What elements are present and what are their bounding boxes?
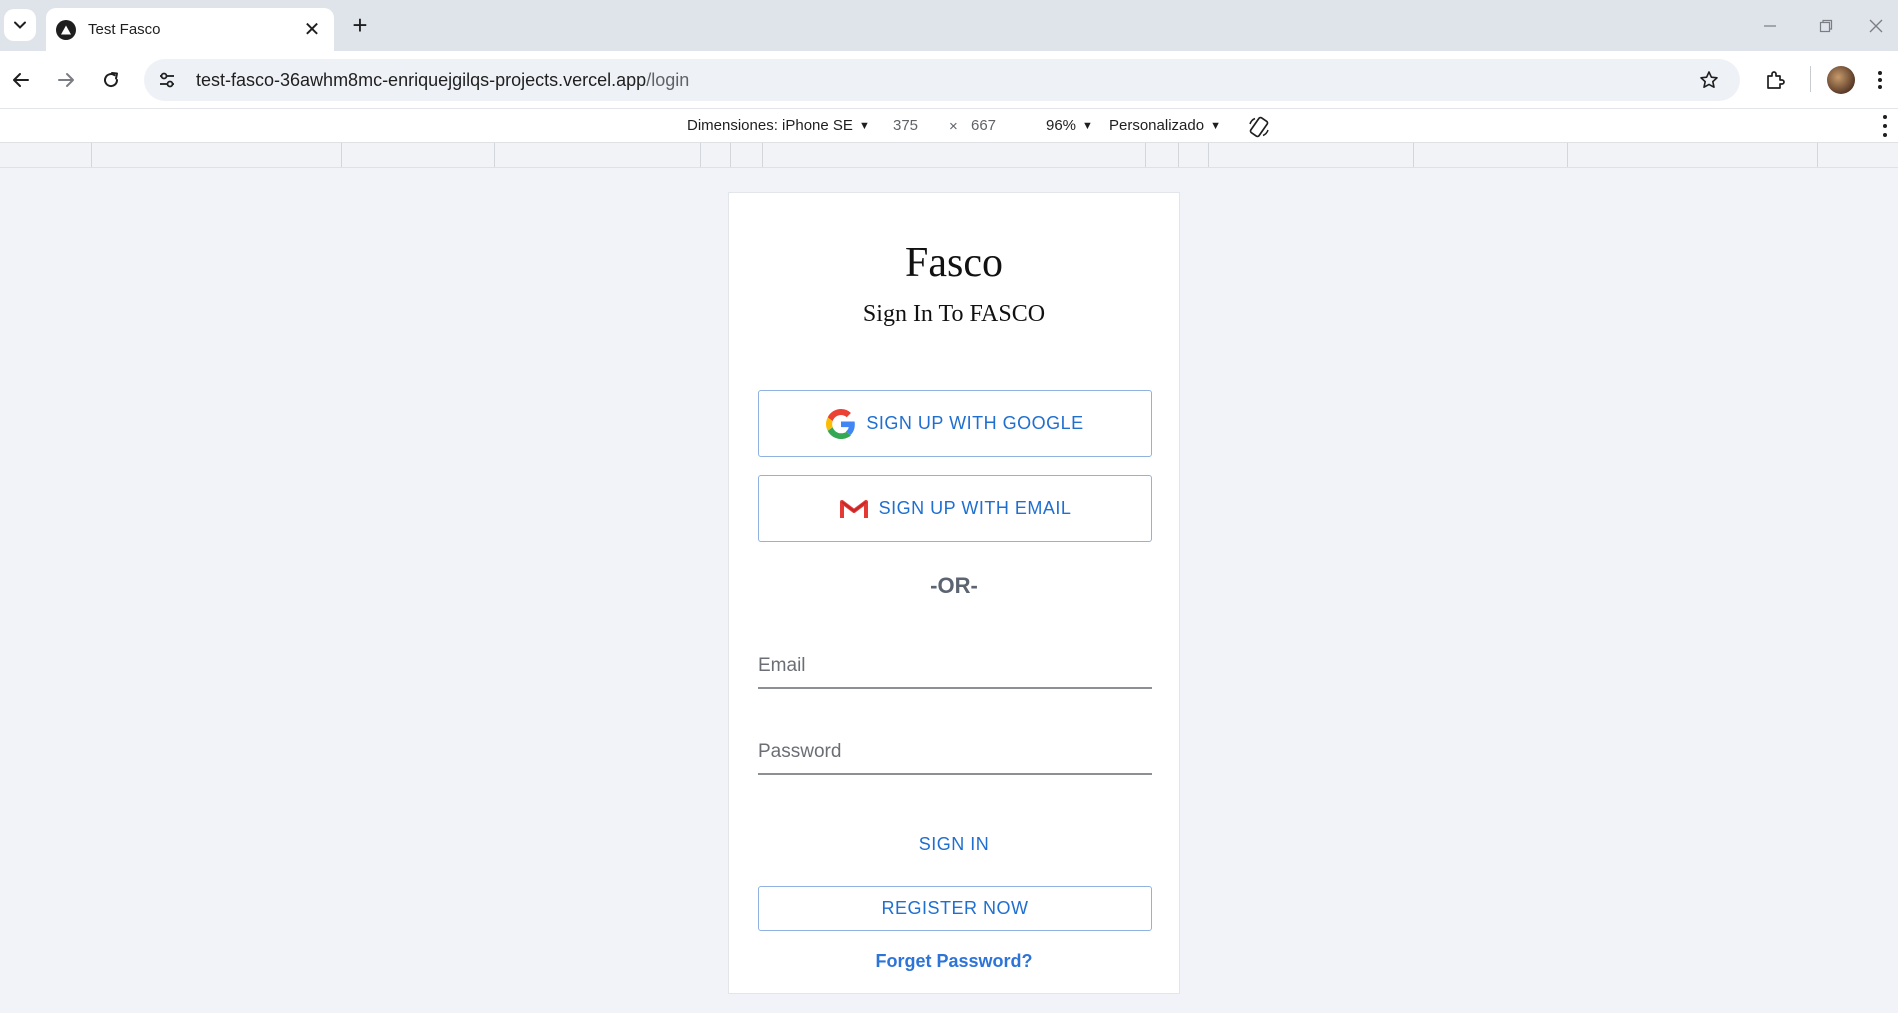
more-vert-icon [1878, 71, 1882, 89]
restore-button[interactable] [1798, 0, 1854, 51]
bookmark-button[interactable] [1696, 67, 1722, 93]
forward-button[interactable] [49, 63, 83, 97]
device-label: Dimensiones: iPhone SE [687, 117, 853, 134]
gmail-icon [839, 494, 869, 524]
plus-icon: + [352, 9, 368, 40]
throttle-select[interactable]: Personalizado ▼ [1109, 117, 1221, 134]
caret-down-icon: ▼ [1210, 120, 1221, 132]
minimize-icon [1764, 24, 1776, 27]
browser-menu-button[interactable] [1868, 63, 1892, 97]
star-icon [1700, 71, 1718, 88]
email-signup-label: SIGN UP WITH EMAIL [878, 498, 1072, 518]
height-input[interactable]: 667 [971, 117, 996, 134]
tab-close-button[interactable]: ✕ [298, 16, 326, 44]
reload-icon [104, 72, 119, 88]
minimize-button[interactable] [1742, 0, 1798, 51]
site-settings-icon [160, 72, 174, 88]
device-select[interactable]: Dimensiones: iPhone SE ▼ [687, 117, 870, 134]
tab-strip: Test Fasco ✕ + [0, 0, 1898, 51]
or-divider: -OR- [930, 573, 978, 598]
back-button[interactable] [4, 63, 38, 97]
login-card: Fasco Sign In To FASCO SIGN UP WITH GOOG… [728, 192, 1180, 994]
reload-button[interactable] [94, 63, 128, 97]
new-tab-button[interactable]: + [344, 9, 376, 41]
browser-toolbar: test-fasco-36awhm8mc-enriquejgilqs-proje… [0, 51, 1898, 108]
back-arrow-icon [13, 73, 29, 87]
sign-in-button[interactable]: SIGN IN [729, 834, 1179, 855]
brand-title: Fasco [905, 240, 1003, 286]
url-path: /login [646, 69, 690, 90]
address-bar[interactable]: test-fasco-36awhm8mc-enriquejgilqs-proje… [144, 59, 1740, 101]
tab-title: Test Fasco [88, 21, 161, 38]
tab-search-button[interactable] [4, 9, 36, 41]
caret-down-icon: ▼ [858, 120, 870, 132]
media-query-ruler [0, 142, 1898, 168]
url-text: test-fasco-36awhm8mc-enriquejgilqs-proje… [196, 70, 689, 91]
extensions-icon [1767, 71, 1785, 89]
profile-button[interactable] [1824, 63, 1858, 97]
device-toolbar: Dimensiones: iPhone SE ▼ 375 × 667 96% ▼ P… [0, 108, 1898, 142]
device-toolbar-menu-icon[interactable] [1878, 115, 1892, 137]
google-signup-label: SIGN UP WITH GOOGLE [866, 413, 1084, 433]
google-signup-button[interactable]: SIGN UP WITH GOOGLE [758, 390, 1152, 457]
forward-arrow-icon [58, 73, 74, 87]
register-now-button[interactable]: REGISTER NOW [758, 886, 1152, 931]
site-settings-button[interactable] [152, 65, 182, 95]
email-signup-button[interactable]: SIGN UP WITH EMAIL [758, 475, 1152, 542]
url-host: test-fasco-36awhm8mc-enriquejgilqs-proje… [196, 69, 647, 90]
close-window-button[interactable] [1854, 0, 1898, 51]
forgot-password-link[interactable]: Forget Password? [729, 951, 1179, 972]
caret-down-icon: ▼ [1082, 120, 1093, 132]
restore-icon [1819, 19, 1833, 32]
chevron-down-icon [14, 21, 26, 29]
zoom-label: 96% [1046, 117, 1077, 134]
width-input[interactable]: 375 [893, 117, 918, 134]
throttle-label: Personalizado [1109, 117, 1205, 134]
rotate-icon[interactable] [1247, 115, 1271, 139]
toolbar-divider [1810, 66, 1811, 92]
vercel-triangle-icon [56, 19, 76, 40]
google-g-icon [826, 408, 856, 439]
password-field[interactable] [758, 731, 1152, 775]
page-subtitle: Sign In To FASCO [862, 301, 1046, 327]
close-icon: ✕ [303, 19, 321, 41]
close-icon [1869, 19, 1883, 32]
avatar [1827, 66, 1855, 94]
zoom-select[interactable]: 96% ▼ [1046, 117, 1093, 134]
extensions-button[interactable] [1758, 63, 1792, 97]
dimension-separator: × [949, 118, 958, 135]
email-field[interactable] [758, 645, 1152, 689]
active-tab[interactable]: Test Fasco ✕ [46, 8, 334, 51]
